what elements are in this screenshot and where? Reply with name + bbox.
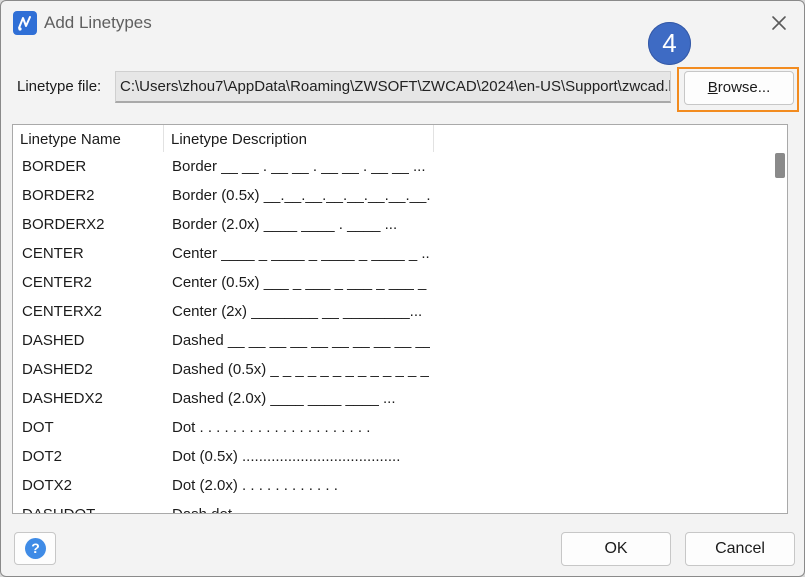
linetype-description: Border __ __ . __ __ . __ __ . __ __ ... (172, 158, 426, 175)
list-row[interactable]: BORDER Border __ __ . __ __ . __ __ . __… (13, 158, 433, 187)
linetype-file-path-field[interactable]: C:\Users\zhou7\AppData\Roaming\ZWSOFT\ZW… (115, 71, 671, 103)
close-icon (772, 16, 786, 30)
linetype-list[interactable]: Linetype Name Linetype Description BORDE… (12, 124, 788, 514)
scrollbar-thumb[interactable] (775, 153, 785, 178)
list-row[interactable]: BORDER2 Border (0.5x) __.__.__.__.__.__.… (13, 187, 433, 216)
step-number-badge: 4 (648, 22, 691, 65)
list-header: Linetype Name Linetype Description (13, 125, 434, 153)
linetype-name: CENTERX2 (22, 303, 103, 320)
zwcad-app-icon (13, 11, 37, 35)
list-row[interactable]: CENTERX2 Center (2x) ________ __ _______… (13, 303, 433, 332)
list-row[interactable]: BORDERX2 Border (2.0x) ____ ____ . ____ … (13, 216, 433, 245)
browse-label-rest: rowse... (717, 79, 771, 96)
cancel-button[interactable]: Cancel (685, 532, 795, 566)
linetype-description: Dashed (0.5x) _ _ _ _ _ _ _ _ _ _ _ _ _.… (172, 361, 430, 378)
ok-button[interactable]: OK (561, 532, 671, 566)
linetype-description: Center (2x) ________ __ ________... (172, 303, 423, 320)
browse-button[interactable]: Browse... (684, 71, 794, 105)
column-header-linetype-name[interactable]: Linetype Name (20, 131, 121, 148)
list-row[interactable]: CENTER Center ____ _ ____ _ ____ _ ____ … (13, 245, 433, 274)
help-icon: ? (25, 538, 46, 559)
dialog-title: Add Linetypes (44, 13, 152, 32)
linetype-description: Border (2.0x) ____ ____ . ____ ... (172, 216, 398, 233)
add-linetypes-dialog: Add Linetypes 4 Linetype file: C:\Users\… (0, 0, 805, 577)
linetype-description: Dashed __ __ __ __ __ __ __ __ __ __ ... (172, 332, 430, 349)
linetype-file-label: Linetype file: (17, 78, 102, 95)
linetype-description: Dot . . . . . . . . . . . . . . . . . . … (172, 419, 371, 436)
linetype-name: CENTER2 (22, 274, 93, 291)
linetype-name: BORDER (22, 158, 87, 175)
linetype-name: DASHDOT (22, 506, 95, 513)
list-row[interactable]: DOT2 Dot (0.5x) ........................… (13, 448, 433, 477)
linetype-name: DOTX2 (22, 477, 73, 494)
linetype-description: Center (0.5x) ___ _ ___ _ ___ _ ___ _ _.… (172, 274, 430, 291)
linetype-name: DASHED2 (22, 361, 93, 378)
vertical-scrollbar[interactable] (767, 126, 787, 512)
linetype-name: BORDER2 (22, 187, 95, 204)
linetype-name: DASHEDX2 (22, 390, 103, 407)
list-row[interactable]: CENTER2 Center (0.5x) ___ _ ___ _ ___ _ … (13, 274, 433, 303)
list-row[interactable]: DASHDOT Dash dot (13, 506, 433, 513)
linetype-description: Dot (2.0x) . . . . . . . . . . . . (172, 477, 338, 494)
linetype-description: Dashed (2.0x) ____ ____ ____ ... (172, 390, 396, 407)
column-separator[interactable] (163, 125, 164, 152)
list-row[interactable]: DASHED2 Dashed (0.5x) _ _ _ _ _ _ _ _ _ … (13, 361, 433, 390)
linetype-file-path-text: C:\Users\zhou7\AppData\Roaming\ZWSOFT\ZW… (120, 78, 671, 95)
list-row[interactable]: DOTX2 Dot (2.0x) . . . . . . . . . . . . (13, 477, 433, 506)
linetype-name: CENTER (22, 245, 84, 262)
linetype-description: Border (0.5x) __.__.__.__.__.__.__.__... (172, 187, 430, 204)
linetype-description: Dot (0.5x) .............................… (172, 448, 401, 465)
linetype-name: DASHED (22, 332, 85, 349)
browse-mnemonic: B (707, 79, 718, 96)
linetype-name: DOT2 (22, 448, 63, 465)
list-row[interactable]: DASHEDX2 Dashed (2.0x) ____ ____ ____ ..… (13, 390, 433, 419)
linetype-name: DOT (22, 419, 54, 436)
list-row[interactable]: DASHED Dashed __ __ __ __ __ __ __ __ __… (13, 332, 433, 361)
linetype-name: BORDERX2 (22, 216, 105, 233)
list-row[interactable]: DOT Dot . . . . . . . . . . . . . . . . … (13, 419, 433, 448)
help-button[interactable]: ? (14, 532, 56, 565)
linetype-description: Dash dot (172, 506, 430, 513)
column-separator[interactable] (433, 125, 434, 152)
column-header-linetype-description[interactable]: Linetype Description (171, 131, 307, 148)
close-button[interactable] (765, 9, 793, 37)
linetype-description: Center ____ _ ____ _ ____ _ ____ _ ... (172, 245, 430, 262)
